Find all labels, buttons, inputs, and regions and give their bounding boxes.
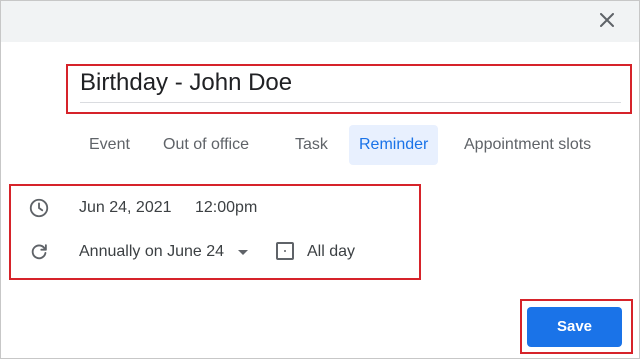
tab-task[interactable]: Task (285, 125, 338, 165)
title-input-underline (80, 102, 621, 103)
save-button[interactable]: Save (527, 307, 622, 347)
tab-appointment-slots[interactable]: Appointment slots (454, 125, 601, 165)
recurrence-dropdown[interactable]: Annually on June 24 (79, 243, 224, 261)
tab-reminder[interactable]: Reminder (349, 125, 439, 165)
chevron-down-icon[interactable] (238, 250, 248, 255)
dialog-header (1, 1, 639, 42)
time-picker[interactable]: 12:00pm (195, 199, 257, 217)
clock-icon (29, 198, 49, 218)
close-button[interactable] (593, 6, 621, 34)
all-day-label[interactable]: All day (307, 243, 355, 261)
tab-out-of-office[interactable]: Out of office (153, 125, 259, 165)
tab-event[interactable]: Event (79, 125, 140, 165)
all-day-checkbox[interactable] (276, 242, 294, 260)
repeat-icon (31, 244, 47, 260)
title-input[interactable]: Birthday - John Doe (80, 69, 292, 97)
date-picker[interactable]: Jun 24, 2021 (79, 199, 172, 217)
close-icon (600, 13, 614, 27)
